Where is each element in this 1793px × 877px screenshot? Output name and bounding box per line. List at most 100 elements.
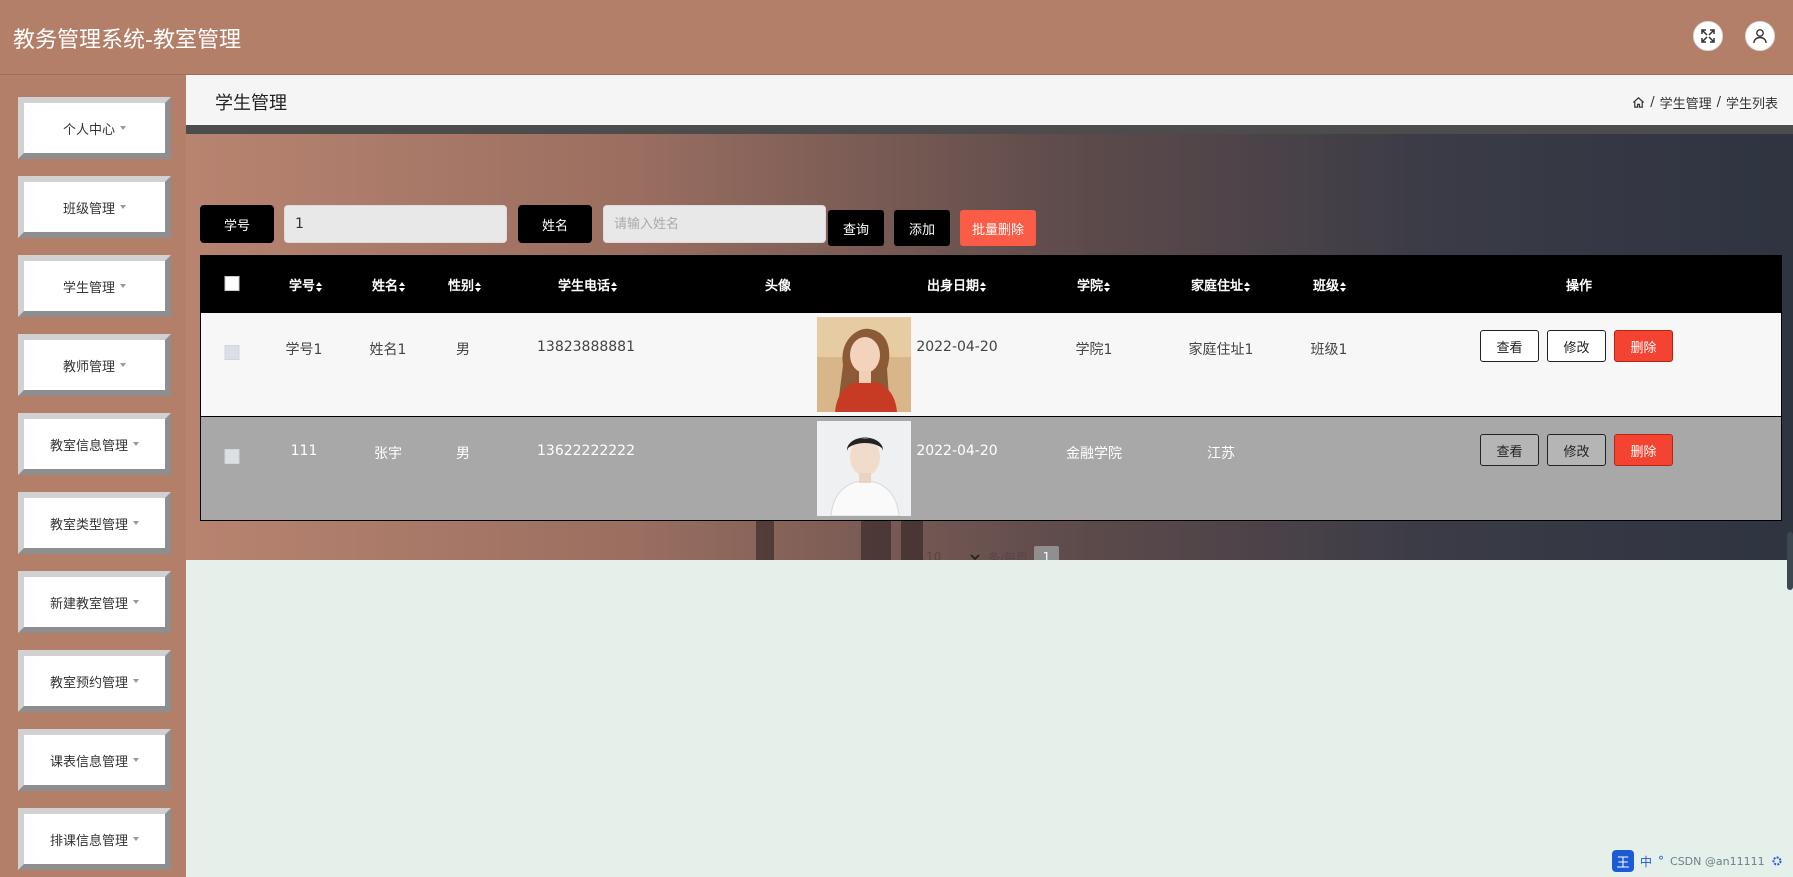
sidebar-item-teacher-management[interactable]: 教师管理 — [18, 334, 171, 396]
row-checkbox[interactable] — [224, 449, 240, 464]
per-page-label: 条/每页 — [988, 550, 1029, 561]
app-window: 教务管理系统-教室管理 个人中心 班级管理 学生管理 教师管理 教室信息管理 教… — [0, 0, 1793, 877]
cell-phone: 13622222222 — [537, 443, 635, 459]
sort-icon[interactable] — [611, 281, 618, 292]
main-content: 学生管理 / 学生管理 / 学生列表 学号 姓名 查询 — [186, 75, 1793, 877]
watermark-text: CSDN @an11111 — [1670, 854, 1765, 868]
ime-mode-indicator[interactable]: 中 — [1640, 853, 1652, 870]
page-size-select[interactable]: 10 — [926, 550, 970, 560]
table-header: 学号 姓名 性别 学生电话 头像 出身日期 学院 家庭住址 班级 操作 — [201, 256, 1781, 312]
col-header-avatar: 头像 — [764, 279, 792, 294]
name-input[interactable] — [603, 205, 826, 243]
sidebar-item-personal-center[interactable]: 个人中心 — [18, 97, 171, 159]
edit-button[interactable]: 修改 — [1547, 434, 1606, 466]
sort-icon[interactable] — [399, 281, 406, 292]
sidebar-item-label: 学生管理 — [62, 280, 115, 296]
cell-student-id: 学号1 — [285, 342, 323, 358]
caret-down-icon — [120, 284, 126, 288]
caret-down-icon — [120, 363, 126, 367]
scrollbar-handle[interactable] — [1787, 532, 1793, 590]
col-header-student-id[interactable]: 学号 — [289, 275, 323, 294]
sort-icon[interactable] — [1104, 281, 1111, 292]
sidebar-item-timetable[interactable]: 课表信息管理 — [18, 729, 171, 791]
chevron-down-icon[interactable] — [970, 552, 980, 560]
col-header-label: 性别 — [447, 279, 475, 294]
sort-icon[interactable] — [980, 281, 987, 292]
cell-address: 江苏 — [1207, 446, 1235, 462]
student-table: 学号 姓名 性别 学生电话 头像 出身日期 学院 家庭住址 班级 操作 学号1 … — [200, 255, 1782, 521]
caret-down-icon — [133, 758, 139, 762]
cell-phone: 13823888881 — [537, 339, 635, 355]
sidebar-item-label: 教室类型管理 — [49, 517, 128, 533]
col-header-class[interactable]: 班级 — [1313, 275, 1347, 294]
query-button[interactable]: 查询 — [828, 210, 884, 246]
sort-icon[interactable] — [316, 281, 323, 292]
col-header-address[interactable]: 家庭住址 — [1191, 275, 1251, 294]
col-header-actions: 操作 — [1565, 279, 1593, 294]
page-number-button[interactable]: 1 — [1034, 546, 1060, 560]
add-button[interactable]: 添加 — [894, 210, 950, 246]
top-header: 教务管理系统-教室管理 — [0, 0, 1793, 75]
select-all-checkbox[interactable] — [224, 276, 240, 291]
sort-icon[interactable] — [1244, 281, 1251, 292]
caret-down-icon — [120, 205, 126, 209]
delete-button[interactable]: 删除 — [1614, 330, 1673, 362]
sidebar-item-scheduling[interactable]: 排课信息管理 — [18, 808, 171, 870]
student-avatar — [817, 421, 911, 516]
sidebar-item-classroom-type[interactable]: 教室类型管理 — [18, 492, 171, 554]
sidebar-item-class-management[interactable]: 班级管理 — [18, 176, 171, 238]
sort-icon[interactable] — [1340, 281, 1347, 292]
sidebar-item-label: 教室预约管理 — [49, 675, 128, 691]
student-id-input[interactable] — [284, 205, 507, 243]
sort-icon[interactable] — [475, 281, 482, 292]
row-checkbox[interactable] — [224, 345, 240, 360]
sidebar-item-label: 新建教室管理 — [49, 596, 128, 612]
system-tray: 王 中 ° CSDN @an11111 — [1612, 850, 1783, 872]
sidebar-item-label: 教室信息管理 — [49, 438, 128, 454]
cell-address: 家庭住址1 — [1188, 342, 1254, 358]
col-header-label: 学号 — [288, 279, 316, 294]
cell-student-id: 111 — [290, 443, 318, 459]
cell-gender: 男 — [456, 342, 470, 358]
app-title: 教务管理系统-教室管理 — [13, 28, 241, 53]
ime-badge-icon[interactable]: 王 — [1612, 850, 1634, 872]
home-icon[interactable] — [1632, 96, 1645, 109]
page-header: 学生管理 / 学生管理 / 学生列表 — [186, 75, 1793, 125]
col-header-phone[interactable]: 学生电话 — [558, 275, 618, 294]
sidebar-item-student-management[interactable]: 学生管理 — [18, 255, 171, 317]
table-row: 111 张宇 男 13622222222 2022-04-20 金融学院 江苏 … — [201, 416, 1781, 520]
delete-button[interactable]: 删除 — [1614, 434, 1673, 466]
sidebar-item-new-classroom[interactable]: 新建教室管理 — [18, 571, 171, 633]
cell-gender: 男 — [456, 446, 470, 462]
edit-button[interactable]: 修改 — [1547, 330, 1606, 362]
student-id-label: 学号 — [200, 205, 274, 243]
sidebar-item-label: 班级管理 — [62, 201, 115, 217]
batch-delete-button[interactable]: 批量删除 — [960, 210, 1036, 246]
breadcrumb-separator: / — [1650, 95, 1655, 110]
col-header-college[interactable]: 学院 — [1077, 275, 1111, 294]
caret-down-icon — [133, 679, 139, 683]
col-header-name[interactable]: 姓名 — [372, 275, 406, 294]
punctuation-mode-indicator[interactable]: ° — [1658, 854, 1664, 868]
user-icon — [1753, 29, 1767, 44]
view-button[interactable]: 查看 — [1480, 330, 1539, 362]
col-header-label: 学生电话 — [557, 279, 611, 294]
breadcrumb: / 学生管理 / 学生列表 — [1632, 93, 1778, 112]
col-header-label: 家庭住址 — [1190, 279, 1244, 294]
view-button[interactable]: 查看 — [1480, 434, 1539, 466]
col-header-label: 姓名 — [371, 279, 399, 294]
pagination: 10 条/每页 1 — [926, 545, 1060, 561]
gear-icon[interactable] — [1771, 855, 1783, 867]
table-row: 学号1 姓名1 男 13823888881 2022-04-20 学院1 家庭住… — [201, 312, 1781, 416]
col-header-birth-date[interactable]: 出身日期 — [927, 275, 987, 294]
user-button[interactable] — [1745, 21, 1775, 51]
breadcrumb-student-management[interactable]: 学生管理 — [1660, 93, 1712, 112]
caret-down-icon — [133, 521, 139, 525]
col-header-gender[interactable]: 性别 — [448, 275, 482, 294]
sidebar-item-label: 排课信息管理 — [49, 833, 128, 849]
fullscreen-button[interactable] — [1693, 21, 1723, 51]
content-background: 学号 姓名 查询 添加 批量删除 学号 姓名 性别 学生电话 头像 出身日期 — [186, 125, 1793, 560]
sidebar-item-classroom-info[interactable]: 教室信息管理 — [18, 413, 171, 475]
caret-down-icon — [133, 442, 139, 446]
sidebar-item-classroom-reservation[interactable]: 教室预约管理 — [18, 650, 171, 712]
